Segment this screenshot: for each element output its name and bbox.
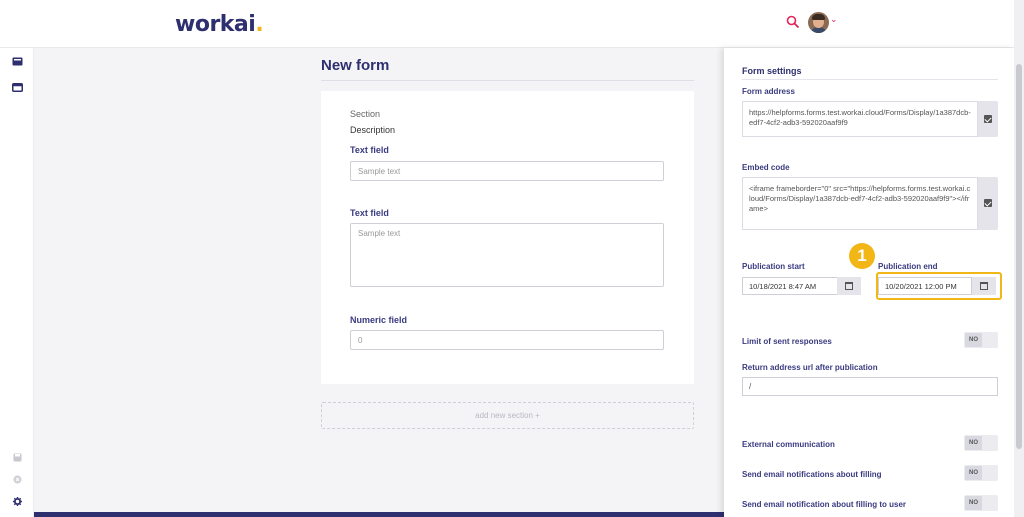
bottom-accent-bar xyxy=(34,512,724,517)
user-avatar[interactable] xyxy=(808,12,829,33)
checkbox-icon xyxy=(984,115,992,123)
window-icon[interactable] xyxy=(12,83,23,92)
gear-icon[interactable] xyxy=(12,497,23,506)
embed-code-field[interactable]: <iframe frameborder="0" src="https://hel… xyxy=(742,177,978,230)
avatar-hair xyxy=(812,14,825,20)
panel-title: Form settings xyxy=(742,66,802,76)
text-field-input-1[interactable]: Sample text xyxy=(350,161,664,181)
close-circle-icon[interactable] xyxy=(12,475,23,484)
workai-logo[interactable]: workai. xyxy=(175,12,264,37)
panel-divider xyxy=(742,79,998,80)
save-icon[interactable] xyxy=(12,453,23,462)
add-section-button[interactable]: add new section + xyxy=(321,402,694,429)
logo-dot: . xyxy=(255,12,264,37)
description-label[interactable]: Description xyxy=(350,125,395,135)
field-label-numeric[interactable]: Numeric field xyxy=(350,315,407,325)
form-address-field[interactable]: https://helpforms.forms.test.workai.clou… xyxy=(742,101,978,137)
copy-embed-button[interactable] xyxy=(978,177,998,230)
publication-start-input[interactable]: 10/18/2021 8:47 AM xyxy=(742,277,838,295)
embed-code-label: Embed code xyxy=(742,163,790,172)
publication-start-calendar-button[interactable] xyxy=(837,277,861,295)
external-communication-label: External communication xyxy=(742,440,835,449)
email-notifications-toggle[interactable]: NO xyxy=(964,465,998,481)
email-user-notification-label: Send email notification about filling to… xyxy=(742,500,907,509)
title-divider xyxy=(321,80,694,81)
toggle-no-label: NO xyxy=(965,466,982,480)
numeric-field-input[interactable]: 0 xyxy=(350,330,664,350)
form-card: Section Description Text field Sample te… xyxy=(321,91,694,384)
section-label[interactable]: Section xyxy=(350,109,380,119)
step-number-badge: 1 xyxy=(849,243,875,269)
text-field-textarea[interactable]: Sample text xyxy=(350,223,664,287)
limit-responses-toggle[interactable]: NO xyxy=(964,332,998,348)
return-url-label: Return address url after publication xyxy=(742,363,878,372)
email-notifications-label: Send email notifications about filling xyxy=(742,470,882,479)
field-label-text-1[interactable]: Text field xyxy=(350,145,389,155)
toggle-no-label: NO xyxy=(965,333,982,347)
calendar-icon xyxy=(845,282,853,290)
publication-start-label: Publication start xyxy=(742,262,805,271)
scrollbar-thumb[interactable] xyxy=(1016,64,1022,449)
logo-text: workai xyxy=(175,12,256,37)
field-label-text-2[interactable]: Text field xyxy=(350,208,389,218)
left-sidebar xyxy=(0,48,34,517)
publication-end-highlight xyxy=(876,272,1002,300)
email-user-notification-toggle[interactable]: NO xyxy=(964,495,998,511)
toggle-no-label: NO xyxy=(965,496,982,510)
page-title: New form xyxy=(321,57,390,74)
checkbox-icon xyxy=(984,199,992,207)
return-url-input[interactable]: / xyxy=(742,377,998,396)
card-icon[interactable] xyxy=(12,57,23,66)
top-header: workai. ⌄ xyxy=(0,0,1014,48)
copy-address-button[interactable] xyxy=(978,101,998,137)
search-icon[interactable] xyxy=(786,15,800,29)
publication-end-label: Publication end xyxy=(878,262,938,271)
chevron-down-icon[interactable]: ⌄ xyxy=(830,14,838,25)
form-address-label: Form address xyxy=(742,87,795,96)
external-communication-toggle[interactable]: NO xyxy=(964,435,998,451)
toggle-no-label: NO xyxy=(965,436,982,450)
limit-responses-label: Limit of sent responses xyxy=(742,337,832,346)
